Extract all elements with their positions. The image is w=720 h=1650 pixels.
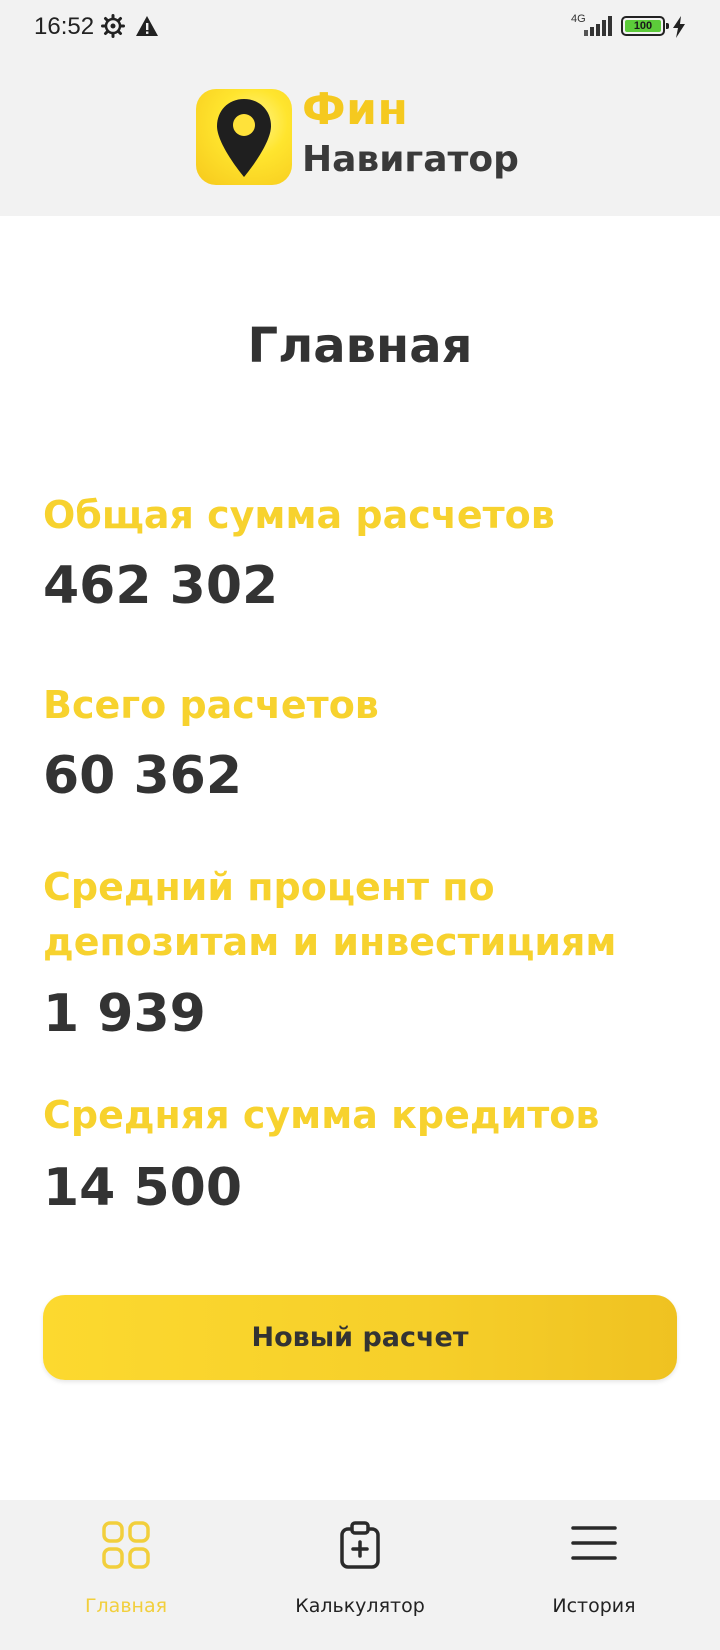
stat-value-avg-percent: 1 939 (43, 984, 206, 1044)
status-bar: 16:52 4G 100 (0, 0, 720, 56)
nav-item-home[interactable]: Главная (6, 1500, 246, 1650)
nav-item-history[interactable]: История (474, 1500, 714, 1650)
nav-label-calculator: Калькулятор (295, 1595, 425, 1617)
stat-value-avg-credit: 14 500 (43, 1158, 243, 1218)
stat-label-avg-credit: Средняя сумма кредитов (43, 1093, 600, 1137)
menu-icon (569, 1520, 619, 1574)
app-logo (196, 89, 292, 185)
battery-level: 100 (625, 20, 661, 32)
stat-value-total-sum: 462 302 (43, 556, 279, 616)
nav-label-home: Главная (84, 1595, 168, 1617)
page-title: Главная (247, 318, 473, 374)
status-time: 16:52 (34, 13, 95, 40)
logo-text-fin: Фин (302, 84, 409, 135)
logo-text-navigator: Навигатор (302, 139, 519, 180)
nav-item-calculator[interactable]: Калькулятор (240, 1500, 480, 1650)
charging-icon (672, 16, 686, 42)
stat-value-total-count: 60 362 (43, 746, 243, 806)
stat-label-total-sum: Общая сумма расчетов (43, 493, 555, 537)
new-calculation-button[interactable]: Новый расчет (43, 1295, 677, 1380)
gear-icon (101, 14, 125, 42)
bottom-navigation: Главная Калькулятор История (0, 1500, 720, 1650)
signal-icon (584, 16, 614, 42)
app-header: Фин Навигатор (0, 56, 720, 216)
stat-label-total-count: Всего расчетов (43, 683, 379, 727)
battery-icon: 100 (621, 16, 669, 36)
stat-label-avg-percent: Средний процент по депозитам и инвестици… (43, 865, 617, 964)
grid-icon (101, 1520, 151, 1574)
nav-label-history: История (552, 1595, 636, 1617)
warning-icon (135, 15, 159, 41)
clipboard-plus-icon (335, 1520, 385, 1574)
location-pin-icon (215, 97, 273, 183)
